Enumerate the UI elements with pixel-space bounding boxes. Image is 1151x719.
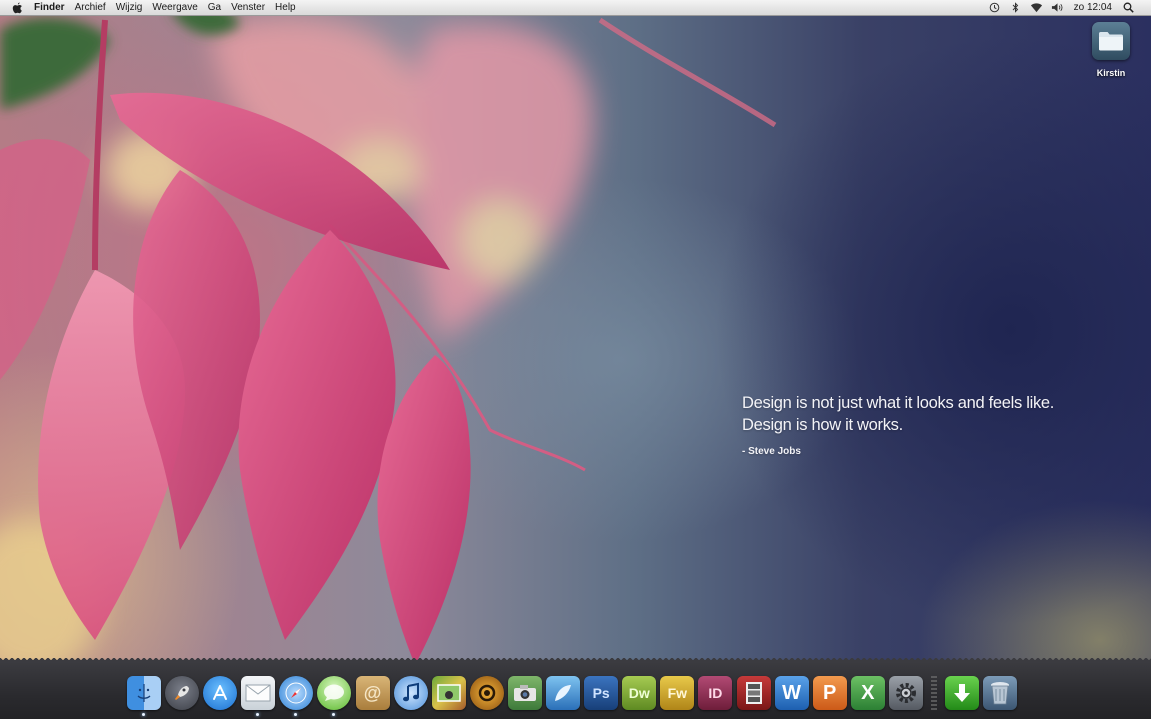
running-indicator xyxy=(294,713,298,716)
menu-bar: Finder Archief Wijzig Weergave Ga Venste… xyxy=(0,0,1151,16)
desktop-folder[interactable]: Kirstin xyxy=(1084,22,1138,78)
dock-coda[interactable] xyxy=(546,676,581,710)
downloads-arrow-icon[interactable] xyxy=(944,676,979,710)
dock-transmit[interactable] xyxy=(469,676,504,710)
running-indicator xyxy=(142,713,145,716)
dock-photoshop[interactable]: Ps xyxy=(584,676,619,710)
dock-safari[interactable] xyxy=(279,676,314,716)
word-icon[interactable]: W xyxy=(774,676,809,710)
volume-icon[interactable] xyxy=(1051,2,1064,13)
wallpaper-quote: Design is not just what it looks and fee… xyxy=(742,392,1054,457)
dock-excel[interactable]: X xyxy=(850,676,885,710)
dock-messages[interactable] xyxy=(317,676,352,716)
folder-label: Kirstin xyxy=(1096,68,1126,78)
apple-menu-icon[interactable] xyxy=(12,2,24,14)
dock-downloads-stack[interactable] xyxy=(944,676,979,710)
powerpoint-icon[interactable]: P xyxy=(812,676,847,710)
menu-help[interactable]: Help xyxy=(270,0,301,15)
photo-booth-icon[interactable] xyxy=(736,676,771,710)
finder-icon[interactable] xyxy=(127,676,161,710)
dock-app-store[interactable] xyxy=(203,676,238,710)
dock-mail[interactable] xyxy=(241,676,276,716)
menu-archief[interactable]: Archief xyxy=(70,0,111,15)
dock-finder[interactable] xyxy=(127,676,161,716)
dock-photo-booth[interactable] xyxy=(736,676,771,710)
dock-separator xyxy=(930,676,937,712)
excel-icon[interactable]: X xyxy=(850,676,885,710)
fireworks-icon[interactable]: Fw xyxy=(660,676,695,710)
menu-clock[interactable]: zo 12:04 xyxy=(1068,2,1118,13)
dock-fireworks[interactable]: Fw xyxy=(660,676,695,710)
dock: @ Ps Dw Fw ID W P X xyxy=(127,676,1021,716)
gear-icon[interactable] xyxy=(888,676,923,710)
indesign-icon[interactable]: ID xyxy=(698,676,733,710)
time-machine-icon[interactable] xyxy=(988,2,1001,13)
dock-image-capture[interactable] xyxy=(507,676,542,710)
camera-icon[interactable] xyxy=(507,676,542,710)
dock-word[interactable]: W xyxy=(774,676,809,710)
folder-icon[interactable] xyxy=(1092,22,1130,60)
wallpaper-leaves xyxy=(0,5,777,680)
dock-system-preferences[interactable] xyxy=(888,676,923,710)
launchpad-rocket-icon[interactable] xyxy=(165,676,200,710)
menu-weergave[interactable]: Weergave xyxy=(147,0,202,15)
dock-iphoto[interactable] xyxy=(431,676,466,710)
coda-leaf-icon[interactable] xyxy=(546,676,581,710)
iphoto-icon[interactable] xyxy=(431,676,466,710)
dock-trash[interactable] xyxy=(983,676,1018,710)
menu-wijzig[interactable]: Wijzig xyxy=(111,0,148,15)
dock-dreamweaver[interactable]: Dw xyxy=(622,676,657,710)
dock-itunes[interactable] xyxy=(393,676,428,710)
app-store-icon[interactable] xyxy=(203,676,238,710)
safari-compass-icon[interactable] xyxy=(279,676,314,710)
dock-address-book[interactable]: @ xyxy=(355,676,390,710)
menu-finder[interactable]: Finder xyxy=(29,0,70,15)
menu-ga[interactable]: Ga xyxy=(203,0,226,15)
photoshop-icon[interactable]: Ps xyxy=(584,676,619,710)
running-indicator xyxy=(256,713,260,716)
quote-author: - Steve Jobs xyxy=(742,446,801,457)
quote-line-2: Design is how it works. xyxy=(742,416,903,434)
desktop-wallpaper xyxy=(0,0,1151,719)
messages-bubble-icon[interactable] xyxy=(317,676,352,710)
quote-line-1: Design is not just what it looks and fee… xyxy=(742,394,1055,412)
dock-launchpad[interactable] xyxy=(165,676,200,710)
transmit-truck-icon[interactable] xyxy=(469,676,504,710)
dreamweaver-icon[interactable]: Dw xyxy=(622,676,657,710)
dock-powerpoint[interactable]: P xyxy=(812,676,847,710)
mail-envelope-icon[interactable] xyxy=(241,676,276,710)
bluetooth-icon[interactable] xyxy=(1009,2,1022,13)
spotlight-search-icon[interactable] xyxy=(1122,2,1135,13)
itunes-note-icon[interactable] xyxy=(393,676,428,710)
address-book-icon[interactable]: @ xyxy=(355,676,390,710)
trash-icon[interactable] xyxy=(983,676,1018,710)
menu-venster[interactable]: Venster xyxy=(226,0,270,15)
wifi-icon[interactable] xyxy=(1030,2,1043,13)
dock-indesign[interactable]: ID xyxy=(698,676,733,710)
running-indicator xyxy=(332,713,336,716)
